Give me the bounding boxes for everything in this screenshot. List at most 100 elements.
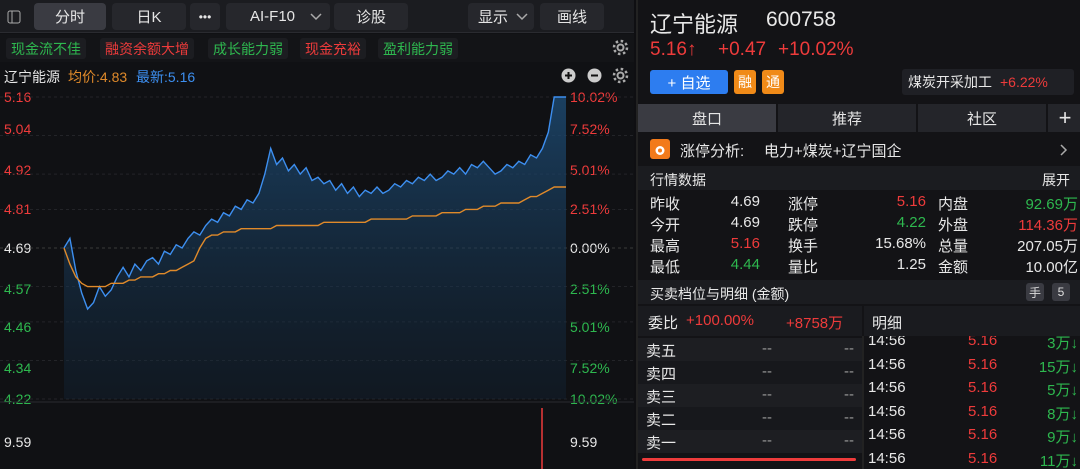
connect-badge[interactable]: 通 [762,70,784,94]
quote-key: 量比 [788,259,819,276]
sector-badge[interactable]: 煤炭开采加工 +6.22% [902,69,1074,95]
zoom-out-icon[interactable] [587,68,602,83]
volume-tick-right: 9.59 [570,434,598,450]
quote-value: 10.00亿 [1025,259,1078,276]
tick-time: 14:56 [868,449,906,467]
orderbook-title: 买卖档位与明细 (金额) [650,286,790,302]
tick-price: 5.16 [968,402,998,420]
quote-value: 5.16 [730,235,760,252]
quote-value: 4.22 [896,214,926,231]
ask-price: -- [762,363,772,380]
ask-row[interactable]: 卖一 -- -- [638,430,862,453]
quote-key: 最高 [650,238,681,255]
stock-name: 辽宁能源 [650,12,739,37]
tick-vol: 11万↓ [1039,452,1078,469]
quote-key: 内盘 [938,196,969,213]
quote-panel: 辽宁能源 600758 5.16↑ +0.47 +10.02% + 自选 融 通… [636,0,1080,469]
ask-row[interactable]: 卖五 -- -- [638,338,862,361]
quote-value: 5.16 [896,193,926,210]
chart-header: 辽宁能源 均价:4.83 最新:5.16 [0,64,634,86]
tag-item[interactable]: 融资余额大增 [100,38,194,59]
tab-community[interactable]: 社区 [918,104,1046,132]
display-menu[interactable]: 显示 [468,3,534,30]
ask-vol: -- [844,409,854,426]
tick-time: 14:56 [868,379,906,396]
stock-change: +0.47 [718,39,767,60]
draw-button[interactable]: 画线 [540,3,604,30]
add-favorite-button[interactable]: + 自选 [650,70,728,94]
hand-icon[interactable]: 手 [1026,283,1044,301]
tick-time: 14:56 [868,336,906,349]
tick-price: 5.16 [968,379,998,396]
tick-row: 14:56 5.16 15万↓ [864,354,1080,377]
ask-price: -- [762,432,772,449]
expand-button[interactable]: 展开 [1042,170,1070,190]
tab-diagnose[interactable]: 诊股 [334,3,408,30]
ask-list: 卖五 -- -- 卖四 -- -- 卖三 -- -- 卖二 -- -- 卖一 -- -- [638,336,862,469]
orderbook-header: 买卖档位与明细 (金额) 手 5 [638,280,1080,304]
weibi-amount: +8758万 [786,315,844,332]
chevron-down-icon [310,13,322,21]
latest-price-label: 最新:5.16 [136,69,196,85]
quote-key: 总量 [938,238,969,255]
tab-timeshare[interactable]: 分时 [34,3,106,30]
quote-key: 今开 [650,217,681,234]
tab-ai-f10[interactable]: AI-F10 [226,3,330,30]
limit-reason-row[interactable]: 涨停分析: 电力+煤炭+辽宁国企 [638,136,1080,162]
tag-item[interactable]: 盈利能力弱 [378,38,458,59]
limit-reason-label: 涨停分析: [680,143,745,160]
collapse-icon[interactable] [4,3,24,30]
quote-header: 行情数据 展开 [638,166,1080,190]
tick-time: 14:56 [868,426,906,443]
quote-value: 15.68% [875,235,926,252]
detail-label: 明细 [872,315,903,332]
ask-row[interactable]: 卖二 -- -- [638,407,862,430]
chart-panel: 分时 日K ••• AI-F10 诊股 显示 画线 现金流不佳 融资余额大增 成… [0,0,634,469]
zoom-in-icon[interactable] [561,68,576,83]
display-label: 显示 [478,9,509,26]
tab-recommend[interactable]: 推荐 [778,104,916,132]
stock-code: 600758 [766,8,837,31]
tick-row: 14:56 5.16 5万↓ [864,377,1080,400]
quote-value: 4.69 [730,193,760,210]
ask-vol: -- [844,340,854,357]
more-icon[interactable]: ••• [190,3,220,30]
volume-tick-left: 9.59 [4,434,32,450]
ask-divider [642,458,856,461]
quote-key: 跌停 [788,217,819,234]
tag-item[interactable]: 现金流不佳 [6,38,86,59]
chevron-right-icon [1060,144,1068,156]
gear-icon[interactable] [612,67,629,84]
sector-name: 煤炭开采加工 [908,74,992,90]
chart-tabs: 分时 日K ••• AI-F10 诊股 显示 画线 [0,0,634,33]
ask-label: 卖一 [646,435,677,452]
tick-row: 14:56 5.16 9万↓ [864,424,1080,447]
tick-price: 5.16 [968,449,998,467]
tick-list: 14:56 5.16 3万↓ 14:56 5.16 15万↓ 14:56 5.16 5万↓ 14:… [864,336,1080,469]
tag-item[interactable]: 成长能力弱 [208,38,288,59]
ask-vol: -- [844,386,854,403]
tab-kline[interactable]: 日K [112,3,186,30]
tab-handicap[interactable]: 盘口 [638,104,776,132]
sector-pct: +6.22% [1000,74,1048,90]
weibi-row: 委比 +100.00% +8758万 [638,306,862,336]
ask-price: -- [762,386,772,403]
tag-item[interactable]: 现金充裕 [300,38,366,59]
quote-key: 最低 [650,259,681,276]
stock-tags: 现金流不佳 融资余额大增 成长能力弱 现金充裕 盈利能力弱 [0,34,634,62]
quote-key: 金额 [938,259,969,276]
flame-icon [650,139,670,159]
ask-row[interactable]: 卖三 -- -- [638,384,862,407]
ask-row[interactable]: 卖四 -- -- [638,361,862,384]
quote-value: 4.69 [730,214,760,231]
tick-time: 14:56 [868,355,906,373]
level-count-button[interactable]: 5 [1052,283,1070,301]
tick-price: 5.16 [968,426,998,443]
gear-icon[interactable] [612,39,629,56]
margin-badge[interactable]: 融 [734,70,756,94]
add-tab-icon[interactable]: + [1048,104,1080,132]
weibi-label: 委比 [648,315,679,332]
quote-value: 207.05万 [1017,238,1078,255]
tick-vol: 8万↓ [1047,405,1078,423]
quote-key: 换手 [788,238,819,255]
